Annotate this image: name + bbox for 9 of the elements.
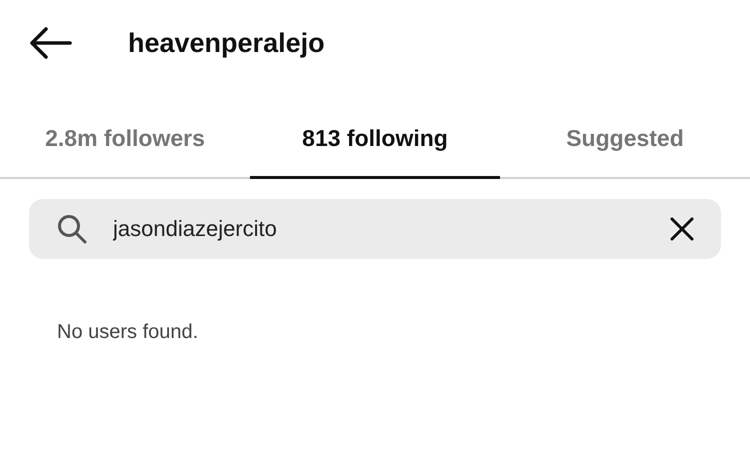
tab[interactable]: Suggested: [500, 100, 750, 179]
close-button[interactable]: [669, 216, 695, 242]
empty-message: No users found.: [57, 321, 200, 344]
back-arrow-icon: [28, 26, 72, 60]
tab[interactable]: 813 following: [250, 100, 500, 179]
back-button[interactable]: [28, 26, 72, 60]
search-icon: [57, 214, 87, 244]
tab[interactable]: 2.8m followers: [0, 100, 250, 179]
username-title: heavenperalejo: [128, 28, 325, 58]
